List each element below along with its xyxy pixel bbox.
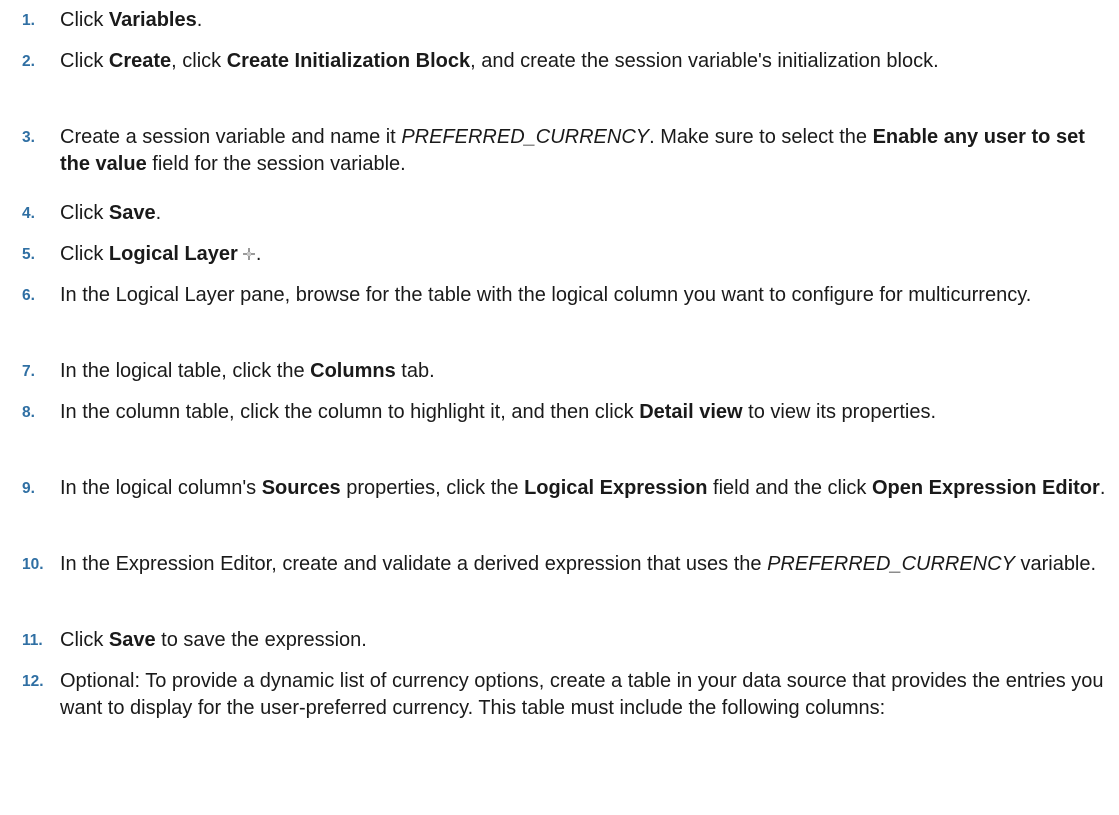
bold-term: Save	[108, 629, 156, 651]
text-run: In the Expression Editor, create and val…	[60, 553, 768, 575]
step-number: 12.	[22, 673, 44, 690]
text-run: .	[196, 9, 203, 31]
bold-term: Columns	[310, 360, 396, 382]
text-run: variable.	[1014, 553, 1097, 575]
step-text: Click Variables.	[60, 7, 1112, 34]
text-run: .	[255, 243, 262, 265]
italic-term: PREFERRED_CURRENCY	[401, 126, 650, 148]
text-run: field for the session variable.	[146, 153, 406, 175]
step-number: 9.	[22, 480, 35, 497]
step-number: 11.	[22, 632, 43, 649]
bold-term: Logical Expression	[524, 477, 708, 499]
italic-term: PREFERRED_CURRENCY	[767, 553, 1015, 575]
step-text: Click Save to save the expression.	[60, 627, 1112, 654]
bold-term: Detail view	[639, 401, 743, 423]
text-run: .	[1099, 477, 1106, 499]
bold-term: Create Initialization Block	[226, 50, 471, 72]
step-number: 5.	[22, 246, 35, 263]
text-run: In the logical table, click the	[60, 360, 311, 382]
step-1: 1. Click Variables.	[22, 7, 1112, 34]
bold-term: Open Expression Editor	[871, 477, 1100, 499]
text-run: Click	[60, 50, 109, 72]
step-text: In the column table, click the column to…	[60, 399, 1112, 426]
bold-term: Sources	[261, 477, 341, 499]
step-text: In the Logical Layer pane, browse for th…	[60, 282, 1112, 309]
logical-layer-icon	[242, 242, 256, 260]
step-number: 8.	[22, 404, 35, 421]
text-run: Click	[60, 243, 109, 265]
text-run: In the logical column's	[60, 477, 262, 499]
step-12: 12. Optional: To provide a dynamic list o…	[22, 668, 1112, 722]
text-run: , and create the session variable's init…	[470, 50, 939, 72]
bold-term: Variables	[108, 9, 197, 31]
step-text: Click Create, click Create Initializatio…	[60, 48, 1112, 75]
step-number: 10.	[22, 556, 44, 573]
step-text: Optional: To provide a dynamic list of c…	[60, 668, 1112, 722]
text-run: Create a session variable and name it	[60, 126, 402, 148]
step-text: In the logical table, click the Columns …	[60, 358, 1112, 385]
step-5: 5. Click Logical Layer.	[22, 241, 1112, 268]
step-9: 9. In the logical column's Sources proper…	[22, 475, 1112, 502]
step-11: 11. Click Save to save the expression.	[22, 627, 1112, 654]
step-2: 2. Click Create, click Create Initializat…	[22, 48, 1112, 75]
text-run: Optional: To provide a dynamic list of c…	[60, 670, 1104, 719]
step-number: 7.	[22, 363, 35, 380]
step-number: 6.	[22, 287, 35, 304]
step-number: 4.	[22, 205, 35, 222]
text-run: Click	[60, 9, 109, 31]
step-text: Create a session variable and name it PR…	[60, 124, 1112, 178]
step-3: 3. Create a session variable and name it …	[22, 124, 1112, 178]
step-number: 1.	[22, 12, 35, 29]
text-run: properties, click the	[340, 477, 525, 499]
text-run: , click	[171, 50, 227, 72]
step-10: 10. In the Expression Editor, create and …	[22, 551, 1112, 578]
text-run: In the column table, click the column to…	[60, 401, 640, 423]
text-run: to save the expression.	[155, 629, 367, 651]
step-number: 2.	[22, 53, 35, 70]
text-run: Click	[60, 202, 109, 224]
text-run: .	[155, 202, 162, 224]
step-text: Click Logical Layer.	[60, 241, 1112, 268]
text-run: tab.	[395, 360, 435, 382]
step-text: Click Save.	[60, 200, 1112, 227]
step-7: 7. In the logical table, click the Column…	[22, 358, 1112, 385]
step-text: In the logical column's Sources properti…	[60, 475, 1112, 502]
text-run: to view its properties.	[742, 401, 937, 423]
step-4: 4. Click Save.	[22, 200, 1112, 227]
bold-term: Logical Layer	[108, 243, 238, 265]
step-number: 3.	[22, 129, 35, 146]
text-run: . Make sure to select the	[649, 126, 873, 148]
text-run: Click	[60, 629, 109, 651]
step-6: 6. In the Logical Layer pane, browse for …	[22, 282, 1112, 309]
text-run: field and the click	[707, 477, 872, 499]
text-run: In the Logical Layer pane, browse for th…	[60, 284, 1032, 306]
step-8: 8. In the column table, click the column …	[22, 399, 1112, 426]
bold-term: Create	[108, 50, 172, 72]
bold-term: Save	[108, 202, 156, 224]
step-text: In the Expression Editor, create and val…	[60, 551, 1112, 578]
